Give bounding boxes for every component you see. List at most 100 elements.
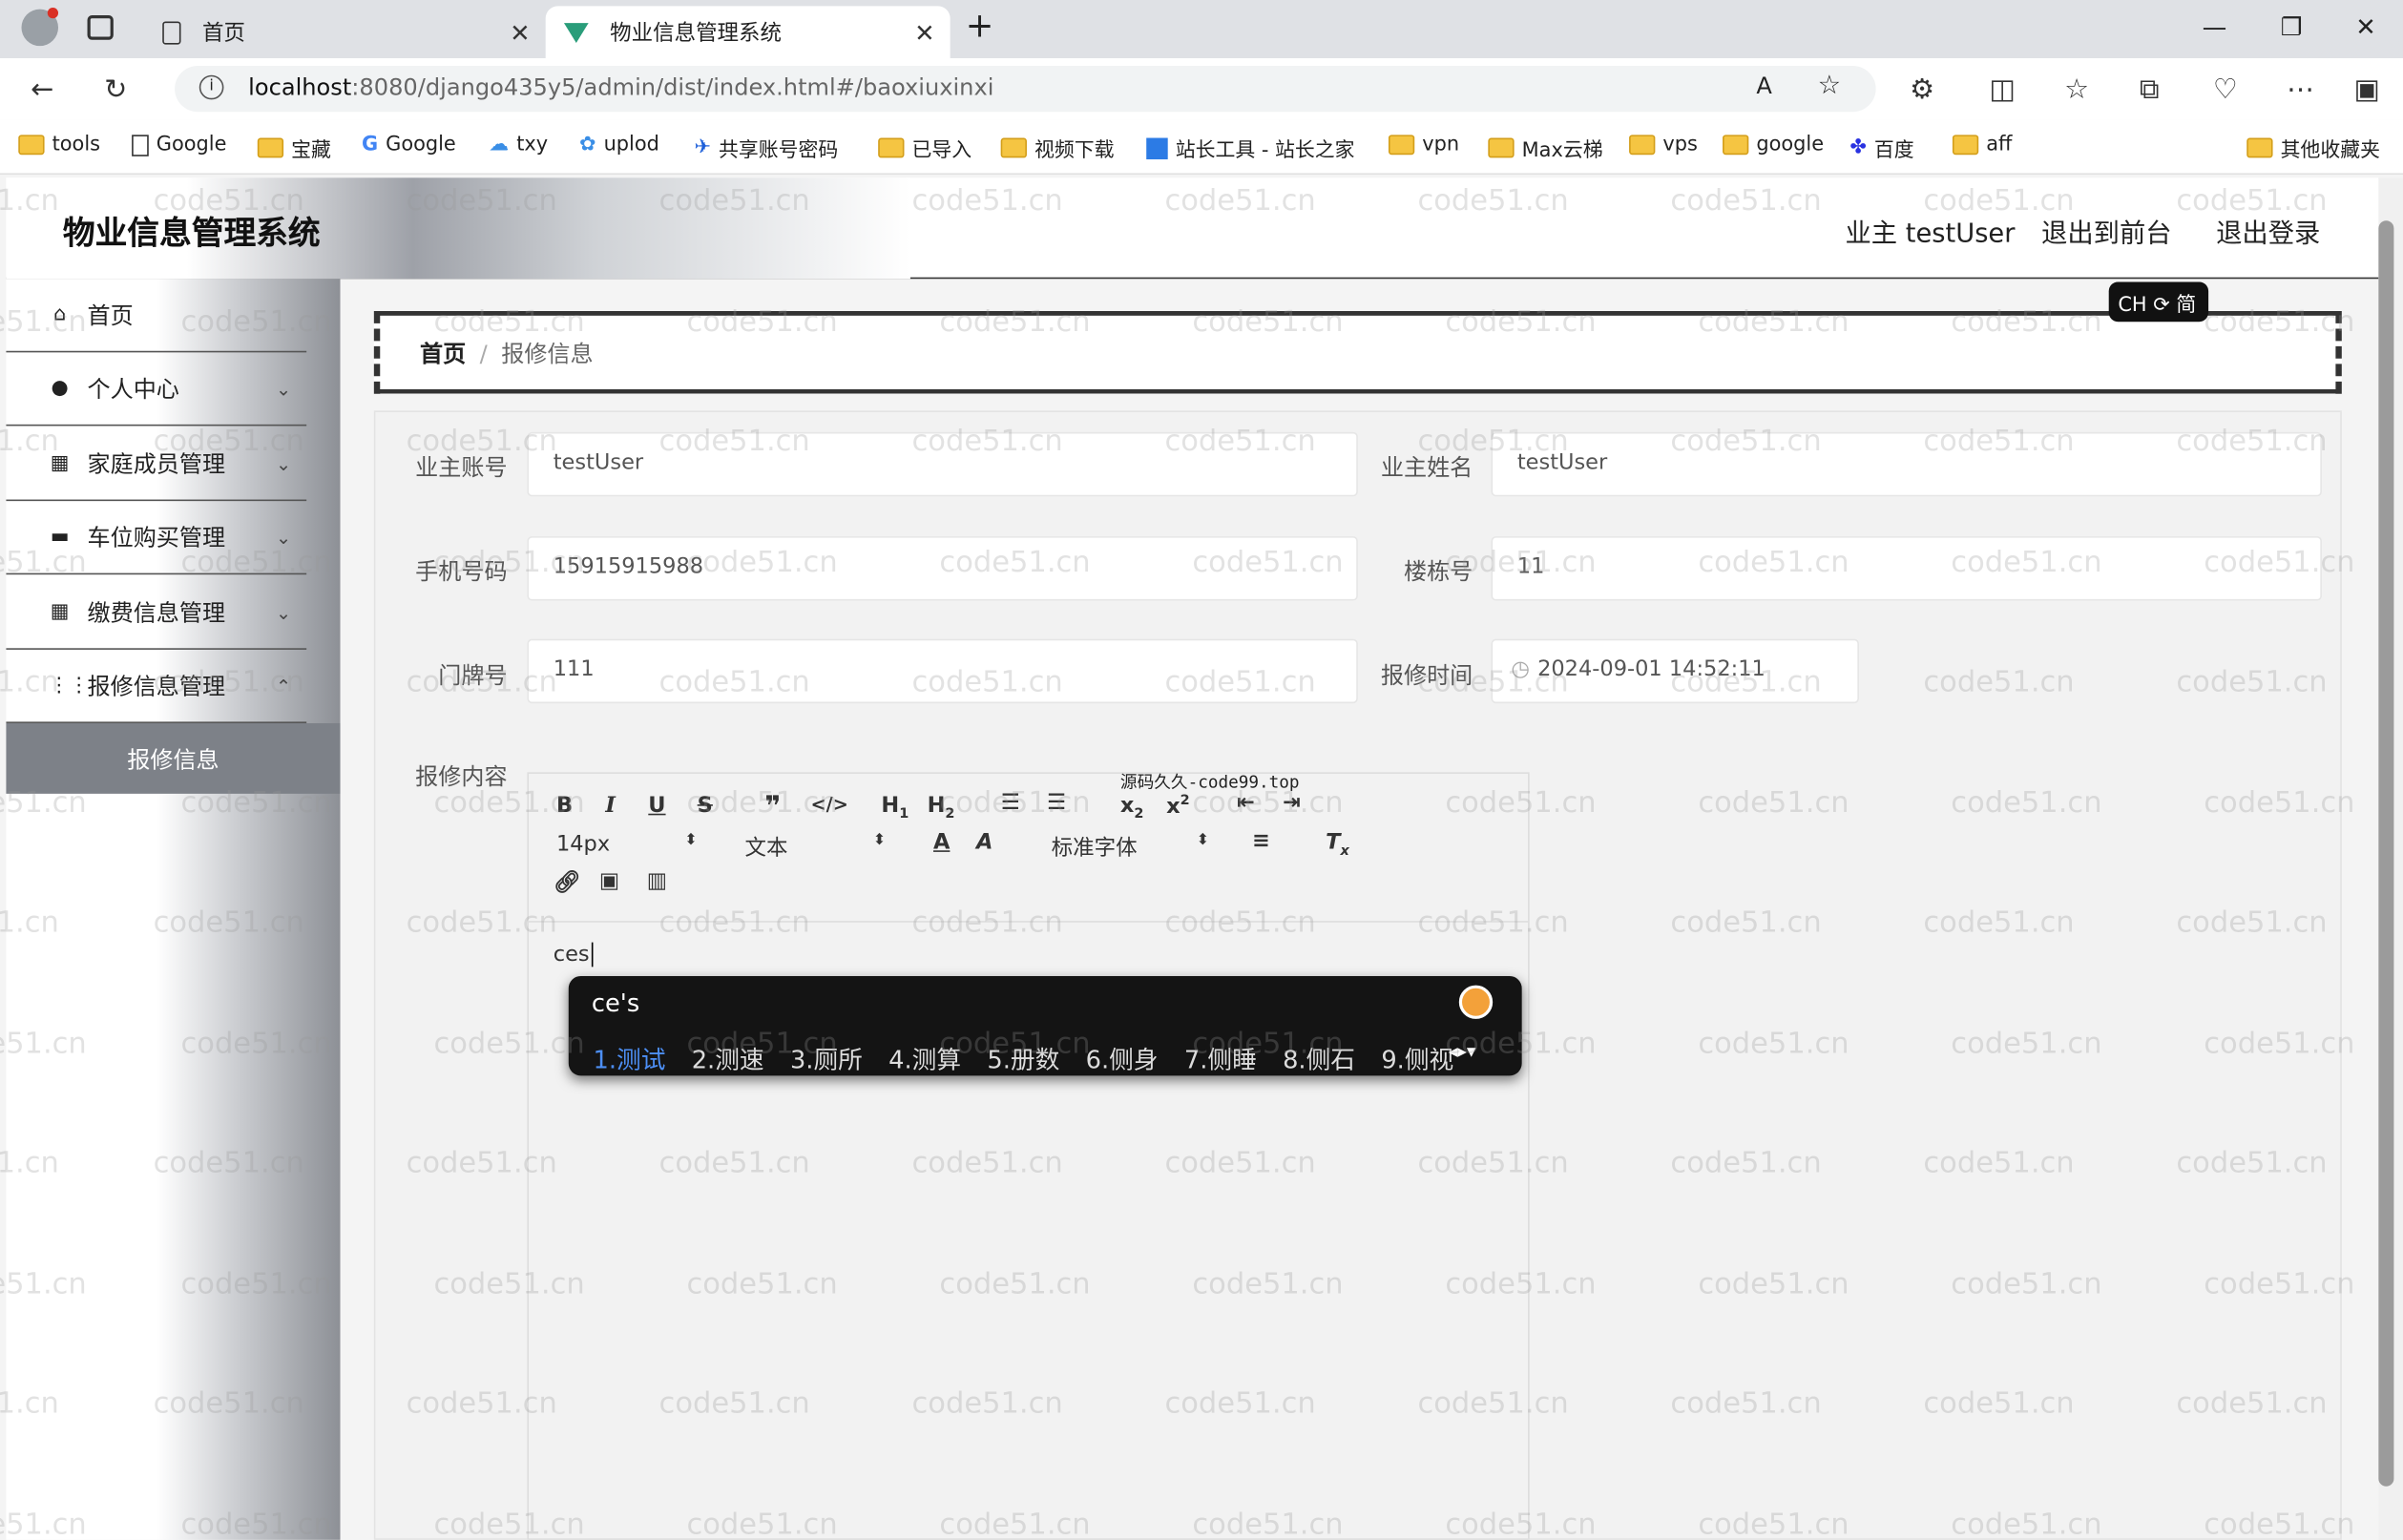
minimize-icon[interactable]: — bbox=[2203, 12, 2227, 42]
watermark-text: code51.cn bbox=[939, 785, 1091, 820]
close-tab-icon[interactable]: ✕ bbox=[510, 17, 531, 47]
watermark-text: code51.cn bbox=[1670, 183, 1822, 219]
back-icon[interactable]: ← bbox=[31, 73, 53, 106]
bookmark-max[interactable]: Max云梯 bbox=[1488, 134, 1603, 162]
bookmark-treasure[interactable]: 宝藏 bbox=[257, 134, 331, 162]
watermark-text: code51.cn bbox=[2204, 1026, 2355, 1060]
watermark-text: code51.cn bbox=[0, 183, 59, 219]
bookmark-google-folder[interactable]: google bbox=[1723, 134, 1824, 156]
bookmark-aff[interactable]: aff bbox=[1952, 134, 2012, 156]
close-tab-icon[interactable]: ✕ bbox=[914, 17, 935, 47]
watermark-text: code51.cn bbox=[153, 1386, 304, 1421]
watermark-text: code51.cn bbox=[658, 1146, 810, 1180]
watermark-text: code51.cn bbox=[2204, 303, 2355, 339]
watermark-text: code51.cn bbox=[1445, 544, 1597, 579]
bookmark-vpn[interactable]: vpn bbox=[1388, 134, 1459, 156]
more-menu-icon[interactable]: ⋯ bbox=[2287, 73, 2314, 106]
watermark-text: code51.cn bbox=[1951, 1026, 2102, 1060]
watermark-text: code51.cn bbox=[1698, 303, 1849, 339]
watermark-text: code51.cn bbox=[433, 785, 585, 820]
bookmark-txy[interactable]: ☁ txy bbox=[489, 134, 548, 156]
watermark-text: code51.cn bbox=[686, 1507, 838, 1540]
watermark-text: code51.cn bbox=[1445, 1507, 1597, 1540]
watermark-text: code51.cn bbox=[1445, 303, 1597, 339]
watermark-text: code51.cn bbox=[939, 544, 1091, 579]
watermark-text: code51.cn bbox=[1417, 1146, 1569, 1180]
url-field[interactable]: i localhost:8080/django435y5/admin/dist/… bbox=[175, 66, 1876, 113]
tab-home[interactable]: 首页 ✕ bbox=[144, 6, 546, 58]
tab-property-system[interactable]: 物业信息管理系统 ✕ bbox=[545, 6, 951, 59]
read-aloud-icon[interactable]: A bbox=[1756, 72, 1771, 99]
url-path: :8080/django435y5/admin/dist/index.html#… bbox=[351, 73, 994, 101]
watermark-text: code51.cn bbox=[911, 664, 1063, 699]
refresh-icon[interactable]: ↻ bbox=[104, 73, 127, 106]
watermark-text: code51.cn bbox=[1417, 905, 1569, 940]
watermark-text: code51.cn bbox=[686, 785, 838, 820]
bookmark-tools[interactable]: tools bbox=[18, 134, 100, 156]
watermark-text: code51.cn bbox=[180, 1026, 332, 1060]
address-bar: ← ↻ i localhost:8080/django435y5/admin/d… bbox=[0, 58, 2403, 120]
watermark-text: code51.cn bbox=[0, 785, 87, 820]
watermark-text: code51.cn bbox=[153, 664, 304, 699]
watermark-text: code51.cn bbox=[2176, 905, 2328, 940]
watermark-text: code51.cn bbox=[686, 1026, 838, 1060]
watermark-text: code51.cn bbox=[1923, 424, 2075, 459]
watermark-text: code51.cn bbox=[939, 1266, 1091, 1301]
bookmark-shared-accounts[interactable]: ✈ 共享账号密码 bbox=[694, 134, 838, 162]
folder-icon bbox=[1388, 135, 1415, 156]
split-screen-icon[interactable]: ◫ bbox=[1989, 73, 2015, 106]
watermark-text: code51.cn bbox=[153, 905, 304, 940]
bookmark-vps[interactable]: vps bbox=[1629, 134, 1698, 156]
watermark-text: code51.cn bbox=[433, 1507, 585, 1540]
uplod-icon: ✿ bbox=[579, 133, 596, 156]
new-tab-icon[interactable]: + bbox=[966, 8, 994, 46]
watermark-text: code51.cn bbox=[0, 1146, 59, 1180]
bookmark-uplod[interactable]: ✿ uplod bbox=[579, 134, 659, 156]
folder-icon bbox=[257, 137, 284, 158]
watermark-text: code51.cn bbox=[1445, 1266, 1597, 1301]
watermark-text: code51.cn bbox=[2176, 424, 2328, 459]
other-bookmarks[interactable]: 其他收藏夹 bbox=[2246, 134, 2380, 162]
bookmark-video[interactable]: 视频下载 bbox=[1000, 134, 1115, 162]
watermark-layer: code51.cn code51.cn code51.cn code51.cn code… bbox=[0, 177, 2403, 1540]
bookmark-webmaster[interactable]: 站长工具 - 站长之家 bbox=[1146, 134, 1355, 162]
tab-actions-icon[interactable] bbox=[87, 15, 114, 40]
restore-icon[interactable]: ❐ bbox=[2281, 12, 2303, 42]
folder-icon bbox=[1488, 137, 1515, 158]
watermark-text: code51.cn bbox=[2204, 785, 2355, 820]
watermark-text: code51.cn bbox=[939, 303, 1091, 339]
watermark-text: code51.cn bbox=[406, 1146, 557, 1180]
watermark-text: code51.cn bbox=[1670, 905, 1822, 940]
watermark-text: code51.cn bbox=[939, 1507, 1091, 1540]
profile-notification-dot bbox=[47, 8, 59, 19]
bookmark-baidu[interactable]: ✤ 百度 bbox=[1849, 134, 1913, 162]
favorites-icon[interactable]: ☆ bbox=[2064, 73, 2089, 106]
watermark-text: code51.cn bbox=[1164, 1386, 1316, 1421]
watermark-text: code51.cn bbox=[433, 1266, 585, 1301]
watermark-text: code51.cn bbox=[180, 1507, 332, 1540]
watermark-text: code51.cn bbox=[2176, 183, 2328, 219]
health-icon[interactable]: ♡ bbox=[2213, 73, 2238, 106]
bookmark-imported[interactable]: 已导入 bbox=[878, 134, 972, 162]
watermark-text: code51.cn bbox=[658, 1386, 810, 1421]
collections-icon[interactable]: ⧉ bbox=[2140, 73, 2160, 106]
extensions-icon[interactable]: ⚙ bbox=[1910, 73, 1934, 106]
watermark-text: code51.cn bbox=[1923, 1146, 2075, 1180]
sidebar-toggle-icon[interactable]: ▣ bbox=[2354, 73, 2380, 106]
watermark-text: code51.cn bbox=[1164, 424, 1316, 459]
watermark-text: code51.cn bbox=[1164, 183, 1316, 219]
watermark-text: code51.cn bbox=[2204, 544, 2355, 579]
cloud-icon: ☁ bbox=[489, 133, 510, 156]
watermark-text: code51.cn bbox=[406, 1386, 557, 1421]
watermark-text: code51.cn bbox=[1698, 785, 1849, 820]
watermark-text: code51.cn bbox=[658, 183, 810, 219]
watermark-text: code51.cn bbox=[1923, 664, 2075, 699]
watermark-text: code51.cn bbox=[1192, 303, 1344, 339]
bookmark-google[interactable]: Google bbox=[132, 134, 226, 156]
bookmark-google-2[interactable]: G Google bbox=[362, 134, 456, 156]
vue-logo-icon bbox=[563, 22, 589, 43]
site-info-icon[interactable]: i bbox=[199, 74, 224, 100]
watermark-text: code51.cn bbox=[1951, 785, 2102, 820]
close-window-icon[interactable]: ✕ bbox=[2355, 12, 2376, 42]
favorite-star-icon[interactable]: ☆ bbox=[1818, 71, 1841, 101]
